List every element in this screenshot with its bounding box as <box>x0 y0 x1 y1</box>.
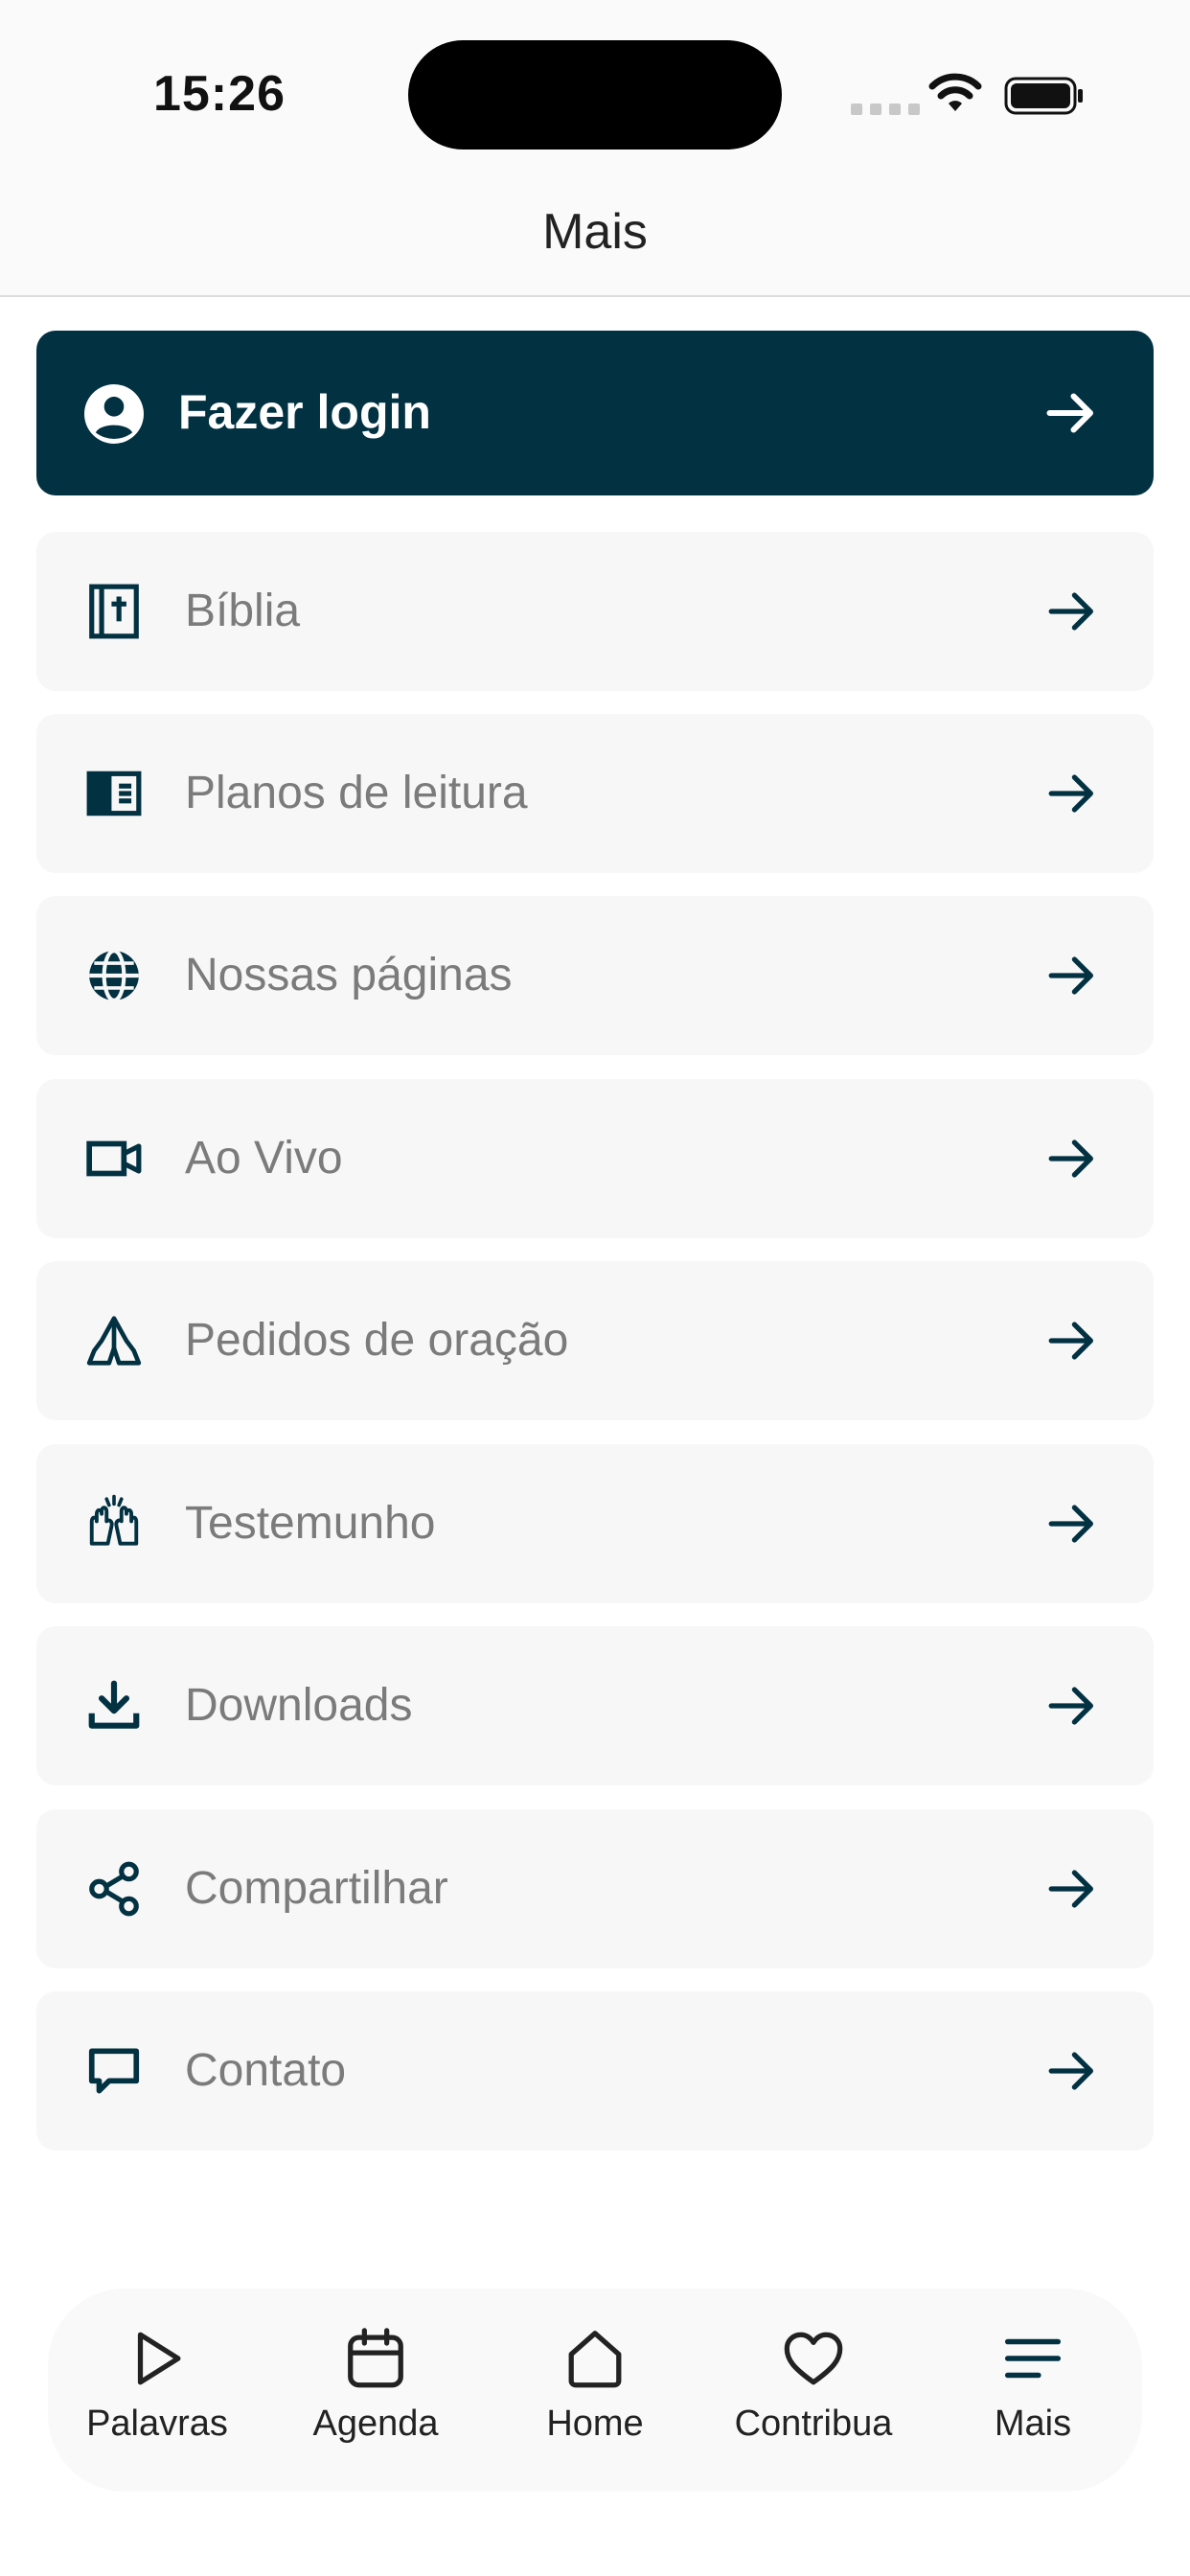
menu-item-contato[interactable]: Contato <box>36 1991 1154 2150</box>
arrow-right-icon <box>1046 393 1093 433</box>
nav-label: Agenda <box>312 2404 439 2444</box>
menu-item-ao-vivo[interactable]: Ao Vivo <box>36 1079 1154 1238</box>
menu-item-label: Nossas páginas <box>185 950 513 1000</box>
raised-hands-icon <box>89 1494 139 1546</box>
wifi-icon <box>928 73 982 111</box>
status-bar: 15:26 <box>0 0 1190 163</box>
page-title: Mais <box>542 204 648 260</box>
arrow-right-icon <box>1048 1322 1093 1360</box>
calendar-icon <box>348 2328 403 2388</box>
battery-icon <box>1004 77 1083 115</box>
arrow-right-icon <box>1048 1505 1093 1543</box>
praying-hands-icon <box>86 1316 142 1366</box>
video-camera-icon <box>86 1140 142 1177</box>
menu-item-downloads[interactable]: Downloads <box>36 1626 1154 1785</box>
arrow-right-icon <box>1048 1139 1093 1178</box>
reading-plan-icon <box>86 770 142 816</box>
menu-item-pedidos-de-oracao[interactable]: Pedidos de oração <box>36 1261 1154 1420</box>
menu-icon <box>1004 2338 1062 2379</box>
menu-item-label: Testemunho <box>185 1498 436 1549</box>
arrow-right-icon <box>1048 1870 1093 1908</box>
cellular-signal-icon <box>851 104 920 115</box>
arrow-right-icon <box>1048 592 1093 631</box>
globe-icon <box>89 949 139 1002</box>
nav-label: Home <box>546 2404 644 2444</box>
login-label: Fazer login <box>178 385 431 439</box>
menu-item-nossas-paginas[interactable]: Nossas páginas <box>36 896 1154 1055</box>
menu-item-planos-de-leitura[interactable]: Planos de leitura <box>36 714 1154 873</box>
chat-icon <box>88 2048 140 2094</box>
status-time: 15:26 <box>153 66 286 122</box>
menu-item-label: Compartilhar <box>185 1863 448 1914</box>
nav-label: Mais <box>994 2404 1072 2444</box>
menu-item-label: Bíblia <box>185 586 301 636</box>
bottom-nav: Palavras Agenda Home Contribua Mais <box>48 2288 1142 2492</box>
nav-item-mais[interactable]: Mais <box>947 2325 1119 2459</box>
arrow-right-icon <box>1048 774 1093 813</box>
nav-label: Contribua <box>734 2404 893 2444</box>
nav-label: Palavras <box>86 2404 228 2444</box>
header: Mais <box>0 163 1190 297</box>
menu-item-compartilhar[interactable]: Compartilhar <box>36 1809 1154 1968</box>
menu-item-label: Pedidos de oração <box>185 1315 569 1366</box>
dynamic-island <box>408 40 782 150</box>
play-icon <box>137 2332 181 2385</box>
arrow-right-icon <box>1048 2052 1093 2090</box>
menu-item-label: Planos de leitura <box>185 768 528 818</box>
download-icon <box>88 1680 140 1729</box>
arrow-right-icon <box>1048 1687 1093 1725</box>
menu-item-label: Ao Vivo <box>185 1133 343 1184</box>
heart-icon <box>784 2332 843 2385</box>
bible-icon <box>89 584 139 639</box>
screen: 15:26 Mais Fazer login Bíblia Planos de … <box>0 0 1190 2576</box>
user-circle-icon <box>84 384 144 444</box>
menu-item-label: Contato <box>185 2045 347 2096</box>
nav-item-palavras[interactable]: Palavras <box>71 2325 243 2459</box>
home-icon <box>568 2331 622 2388</box>
menu-item-biblia[interactable]: Bíblia <box>36 532 1154 691</box>
menu-item-label: Downloads <box>185 1680 413 1731</box>
share-icon <box>89 1861 139 1917</box>
menu-item-testemunho[interactable]: Testemunho <box>36 1444 1154 1603</box>
nav-item-home[interactable]: Home <box>509 2325 681 2459</box>
nav-item-contribua[interactable]: Contribua <box>727 2325 900 2459</box>
arrow-right-icon <box>1048 956 1093 995</box>
login-button[interactable]: Fazer login <box>36 331 1154 495</box>
nav-item-agenda[interactable]: Agenda <box>289 2325 462 2459</box>
